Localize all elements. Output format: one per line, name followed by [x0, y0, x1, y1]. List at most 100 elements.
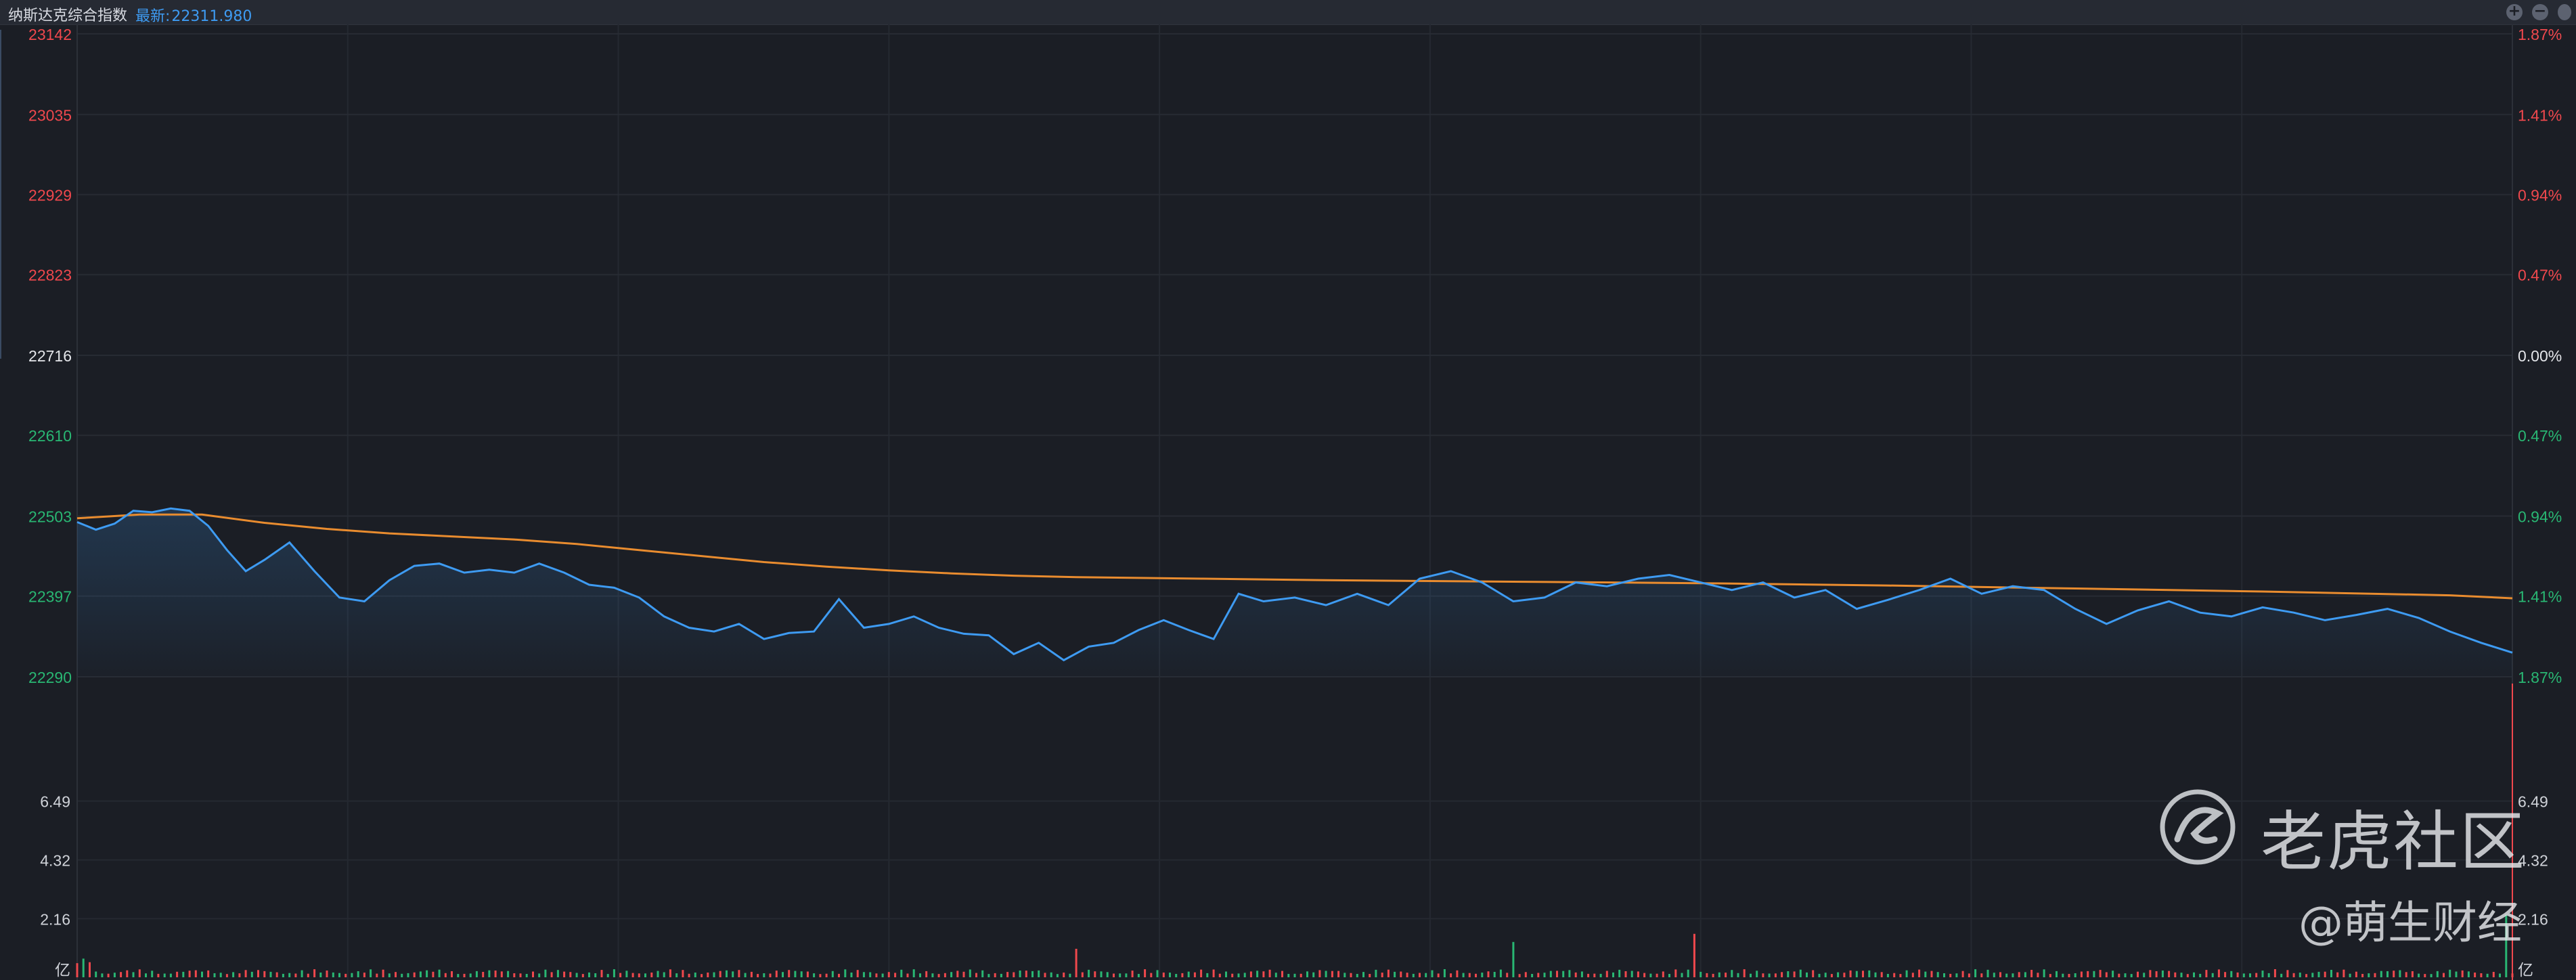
volume-bar	[1662, 971, 1664, 977]
volume-bar	[769, 973, 772, 977]
volume-bar	[850, 973, 853, 977]
volume-bar	[987, 974, 990, 977]
volume-bar	[370, 969, 372, 977]
volume-bar	[294, 973, 297, 977]
volume-bar	[2236, 972, 2239, 977]
volume-bar	[1980, 973, 1983, 977]
volume-bar	[76, 963, 79, 977]
percent-tick-label: 0.94%	[2518, 187, 2562, 204]
volume-bar	[2199, 973, 2202, 977]
percent-tick-label: 0.00%	[2518, 347, 2562, 365]
volume-bar	[1375, 969, 1377, 977]
volume-bar	[1499, 969, 1502, 977]
volume-bar	[194, 970, 197, 977]
volume-bar	[2087, 971, 2089, 977]
volume-bar	[469, 973, 472, 977]
volume-bar	[763, 973, 765, 977]
volume-bar	[1025, 971, 1027, 977]
volume-bar	[1088, 969, 1090, 977]
volume-bar	[1237, 973, 1240, 977]
volume-bar	[1512, 941, 1515, 977]
volume-bar	[1911, 973, 1914, 977]
volume-bar	[2224, 972, 2227, 977]
volume-bar	[2018, 972, 2020, 977]
volume-bar	[806, 971, 809, 977]
volume-bar	[2037, 973, 2039, 977]
volume-bar	[1406, 973, 1408, 977]
volume-bar	[1493, 972, 1496, 977]
volume-bar	[2336, 972, 2339, 977]
volume-bar	[1225, 971, 1227, 977]
volume-bar	[275, 972, 278, 977]
volume-bar	[2217, 969, 2220, 977]
volume-bar	[1125, 973, 1128, 977]
volume-bar	[1999, 972, 2001, 977]
price-tick-label: 22716	[28, 347, 72, 365]
volume-bar	[2143, 973, 2146, 977]
volume-bar	[1531, 974, 1534, 977]
volume-bar	[2099, 970, 2102, 977]
volume-bar	[126, 970, 129, 977]
volume-bar	[407, 973, 409, 977]
volume-bar	[1787, 971, 1790, 977]
watermark-handle: @萌生财经	[2299, 897, 2522, 949]
volume-bar	[326, 971, 328, 977]
volume-bar	[1318, 970, 1321, 977]
volume-bar	[232, 972, 235, 977]
percent-tick-label: 1.87%	[2518, 669, 2562, 686]
volume-bar	[2186, 974, 2189, 977]
volume-bar	[644, 973, 646, 977]
volume-bar	[1774, 973, 1777, 977]
volume-bar	[1968, 973, 1970, 977]
volume-bar	[1961, 971, 1964, 977]
volume-bar	[563, 971, 566, 977]
volume-bar	[900, 969, 903, 977]
volume-bar	[2492, 972, 2495, 977]
volume-bar	[1050, 972, 1052, 977]
volume-bar	[1612, 972, 1614, 977]
volume-bar	[1000, 973, 1002, 977]
volume-bar	[1431, 970, 1434, 977]
volume-bar	[962, 971, 965, 977]
volume-bar	[2012, 973, 2014, 977]
volume-bar	[1113, 973, 1115, 977]
volume-bar	[550, 972, 553, 977]
volume-bar	[782, 972, 784, 977]
volume-bar	[912, 969, 915, 977]
volume-bar	[1574, 972, 1577, 977]
volume-bar	[732, 971, 734, 977]
price-tick-label: 22823	[28, 267, 72, 284]
volume-bar	[887, 972, 890, 977]
volume-bar	[1668, 974, 1670, 977]
volume-bar	[163, 973, 166, 977]
volume-bar	[2267, 973, 2270, 977]
volume-bar	[382, 969, 384, 977]
volume-bar	[1243, 973, 1246, 977]
volume-bar	[2149, 970, 2152, 977]
volume-bar	[1249, 971, 1252, 977]
volume-bar	[1874, 972, 1877, 977]
volume-bar	[931, 973, 934, 977]
volume-bar	[532, 971, 534, 977]
chart-gridlines	[77, 24, 2512, 980]
volume-bar	[269, 971, 272, 977]
volume-bar	[757, 974, 759, 977]
price-tick-label: 22290	[28, 669, 72, 686]
volume-bar	[1930, 971, 1933, 977]
volume-bar	[288, 973, 291, 977]
volume-bar	[1387, 969, 1390, 977]
volume-bar	[750, 971, 753, 977]
volume-bar	[1256, 971, 1259, 977]
volume-bar	[525, 974, 528, 977]
tiger-logo-icon	[2160, 789, 2236, 865]
volume-tick-label: 2.16	[40, 910, 70, 928]
volume-bar	[169, 973, 172, 977]
volume-bar	[1580, 971, 1583, 977]
volume-bar	[1743, 969, 1746, 977]
volume-tick-label: 6.49	[40, 793, 70, 811]
volume-bar	[1350, 973, 1352, 977]
price-tick-label: 22610	[28, 427, 72, 445]
intraday-chart[interactable]: 23142 23035 22929 22823 22716 22610 22503 22397…	[0, 0, 2576, 980]
volume-bar	[2056, 971, 2058, 977]
volume-bar	[1038, 970, 1040, 977]
